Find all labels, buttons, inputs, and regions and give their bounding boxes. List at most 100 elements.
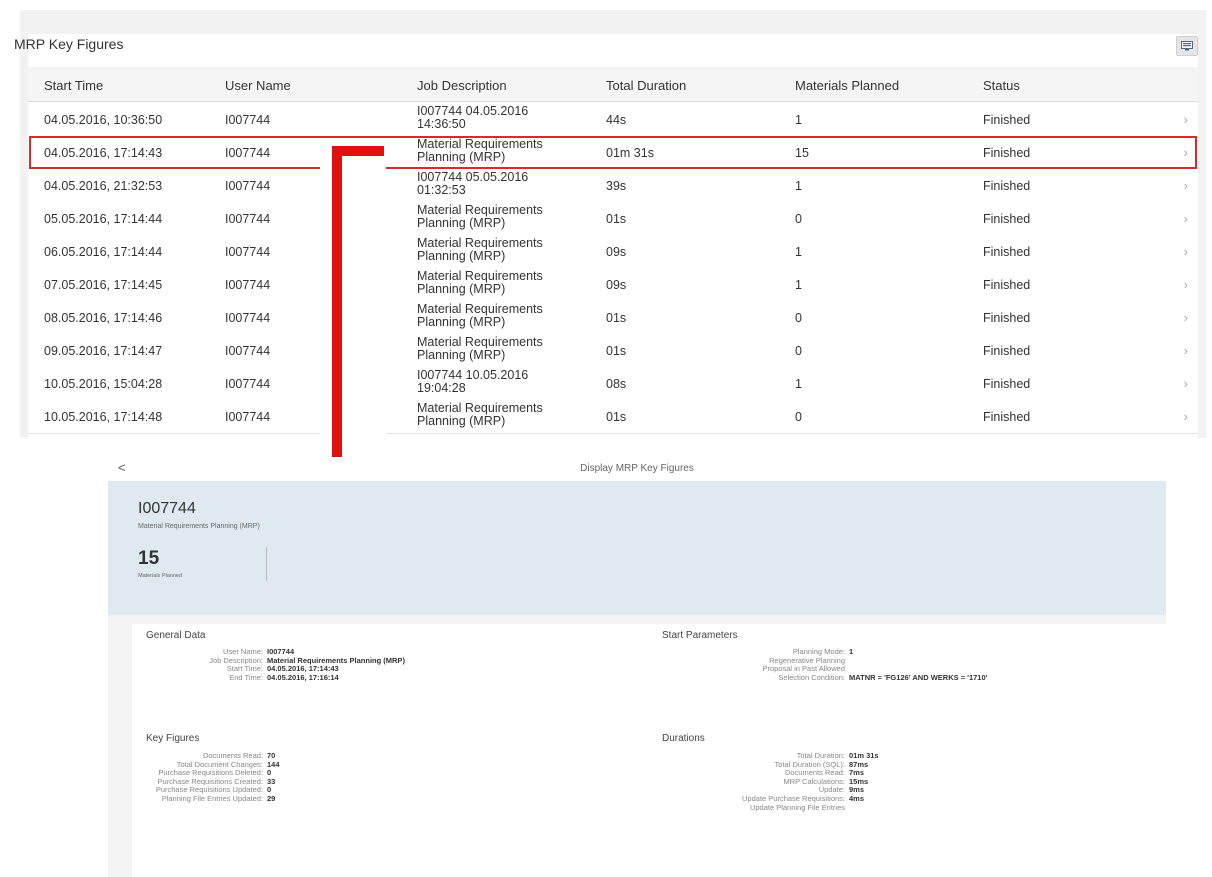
cell-job-description-line2: Planning (MRP) <box>417 150 506 164</box>
cell-job-description: Material Requirements Planning (MRP) <box>417 138 592 164</box>
object-header: I007744 Material Requirements Planning (… <box>108 481 1166 615</box>
cell-status: Finished <box>983 212 1031 226</box>
chevron-right-icon[interactable]: › <box>1184 112 1188 127</box>
cell-materials-planned: 0 <box>795 410 802 424</box>
cell-start-time: 04.05.2016, 10:36:50 <box>44 113 163 127</box>
table-row[interactable]: 05.05.2016, 17:14:44 I007744 Material Requ… <box>28 202 1198 236</box>
cell-job-description-line2: Planning (MRP) <box>417 315 506 329</box>
cell-start-time: 10.05.2016, 17:14:48 <box>44 410 163 424</box>
object-subtitle: Material Requirements Planning (MRP) <box>138 523 260 530</box>
cell-job-description: Material Requirements Planning (MRP) <box>417 402 592 428</box>
cell-start-time: 09.05.2016, 17:14:47 <box>44 344 163 358</box>
cell-start-time: 06.05.2016, 17:14:44 <box>44 245 163 259</box>
cell-total-duration: 01s <box>606 212 627 226</box>
display-settings-button[interactable] <box>1176 36 1198 56</box>
cell-materials-planned: 1 <box>795 278 802 292</box>
chevron-right-icon[interactable]: › <box>1184 244 1188 259</box>
kpi-materials-planned-value: 15 <box>138 548 160 569</box>
cell-job-description-line2: Planning (MRP) <box>417 348 506 362</box>
cell-status: Finished <box>983 311 1031 325</box>
durations-value: 4ms <box>849 794 865 803</box>
cell-user-name: I007744 <box>225 245 271 259</box>
column-header-status[interactable]: Status <box>983 78 1020 93</box>
cell-total-duration: 01s <box>606 311 627 325</box>
chevron-right-icon[interactable]: › <box>1184 343 1188 358</box>
cell-job-description: Material Requirements Planning (MRP) <box>417 237 592 263</box>
cell-job-description-line2: 14:36:50 <box>417 117 466 131</box>
detail-page-title: Display MRP Key Figures <box>580 463 694 474</box>
durations-label: Update Planning File Entries <box>749 802 845 812</box>
start_params-label: Selection Condition: <box>778 672 845 682</box>
cell-total-duration: 01m 31s <box>606 146 654 160</box>
detail-body: General Data User Name: I007744 Job Descri… <box>108 615 1166 877</box>
cell-materials-planned: 15 <box>795 146 809 160</box>
cell-total-duration: 08s <box>606 377 627 391</box>
column-header-total-duration[interactable]: Total Duration <box>606 78 686 93</box>
chevron-right-icon[interactable]: › <box>1184 409 1188 424</box>
arrow-backdrop <box>320 140 386 490</box>
cell-total-duration: 09s <box>606 245 627 259</box>
cell-job-description: I007744 05.05.2016 01:32:53 <box>417 171 592 197</box>
table-row[interactable]: 07.05.2016, 17:14:45 I007744 Material Requ… <box>28 268 1198 302</box>
column-header-start-time[interactable]: Start Time <box>44 78 103 93</box>
cell-status: Finished <box>983 179 1031 193</box>
key_figures-value: 29 <box>267 794 276 803</box>
cell-job-description-line2: 01:32:53 <box>417 183 466 197</box>
chevron-right-icon[interactable]: › <box>1184 145 1188 160</box>
section-title-start-parameters: Start Parameters <box>662 630 738 641</box>
section-title-durations: Durations <box>662 733 705 744</box>
chevron-right-icon[interactable]: › <box>1184 376 1188 391</box>
display-settings-icon <box>1181 41 1193 51</box>
chevron-right-icon[interactable]: › <box>1184 277 1188 292</box>
cell-total-duration: 39s <box>606 179 627 193</box>
table-row[interactable]: 08.05.2016, 17:14:46 I007744 Material Requ… <box>28 301 1198 335</box>
cell-user-name: I007744 <box>225 212 271 226</box>
cell-user-name: I007744 <box>225 377 271 391</box>
cell-start-time: 10.05.2016, 15:04:28 <box>44 377 163 391</box>
table-row[interactable]: 09.05.2016, 17:14:47 I007744 Material Requ… <box>28 334 1198 368</box>
column-header-job-description[interactable]: Job Description <box>417 78 507 93</box>
chevron-right-icon[interactable]: › <box>1184 211 1188 226</box>
cell-job-description: Material Requirements Planning (MRP) <box>417 336 592 362</box>
key_figures-label: Planning File Entries Updated: <box>161 794 263 803</box>
cell-job-description: Material Requirements Planning (MRP) <box>417 303 592 329</box>
arrow-shaft <box>332 146 342 466</box>
cell-status: Finished <box>983 146 1031 160</box>
table-row[interactable]: 06.05.2016, 17:14:44 I007744 Material Requ… <box>28 235 1198 269</box>
chevron-right-icon[interactable]: › <box>1184 178 1188 193</box>
cell-user-name: I007744 <box>225 278 271 292</box>
cell-job-description: Material Requirements Planning (MRP) <box>417 204 592 230</box>
cell-user-name: I007744 <box>225 311 271 325</box>
cell-materials-planned: 0 <box>795 212 802 226</box>
table-row[interactable]: 10.05.2016, 15:04:28 I007744 I007744 10.05… <box>28 367 1198 401</box>
column-header-user-name[interactable]: User Name <box>225 78 291 93</box>
cell-job-description-line2: Planning (MRP) <box>417 216 506 230</box>
cell-job-description: Material Requirements Planning (MRP) <box>417 270 592 296</box>
general-label: End Time: <box>229 672 263 682</box>
table-row[interactable]: 10.05.2016, 17:14:48 I007744 Material Requ… <box>28 400 1198 434</box>
detail-content-card: General Data User Name: I007744 Job Descri… <box>132 624 1166 877</box>
chevron-right-icon[interactable]: › <box>1184 310 1188 325</box>
section-title-key-figures: Key Figures <box>146 733 200 744</box>
table-row[interactable]: 04.05.2016, 17:14:43 I007744 Material Requ… <box>28 136 1198 170</box>
cell-user-name: I007744 <box>225 146 271 160</box>
cell-status: Finished <box>983 344 1031 358</box>
cell-user-name: I007744 <box>225 179 271 193</box>
table-row[interactable]: 04.05.2016, 10:36:50 I007744 I007744 04.05… <box>28 103 1198 137</box>
start_params-value: 1 <box>849 647 854 656</box>
cell-start-time: 08.05.2016, 17:14:46 <box>44 311 163 325</box>
table-row[interactable]: 04.05.2016, 21:32:53 I007744 I007744 05.05… <box>28 169 1198 203</box>
cell-total-duration: 01s <box>606 344 627 358</box>
cell-user-name: I007744 <box>225 113 271 127</box>
cell-materials-planned: 0 <box>795 344 802 358</box>
cell-materials-planned: 1 <box>795 377 802 391</box>
cell-start-time: 04.05.2016, 21:32:53 <box>44 179 163 193</box>
cell-user-name: I007744 <box>225 344 271 358</box>
cell-total-duration: 44s <box>606 113 627 127</box>
column-header-materials-planned[interactable]: Materials Planned <box>795 78 899 93</box>
cell-job-description-line2: Planning (MRP) <box>417 414 506 428</box>
kpi-materials-planned-label: Materials Planned <box>138 573 183 579</box>
cell-materials-planned: 1 <box>795 245 802 259</box>
cell-materials-planned: 1 <box>795 179 802 193</box>
cell-job-description-line2: Planning (MRP) <box>417 282 506 296</box>
